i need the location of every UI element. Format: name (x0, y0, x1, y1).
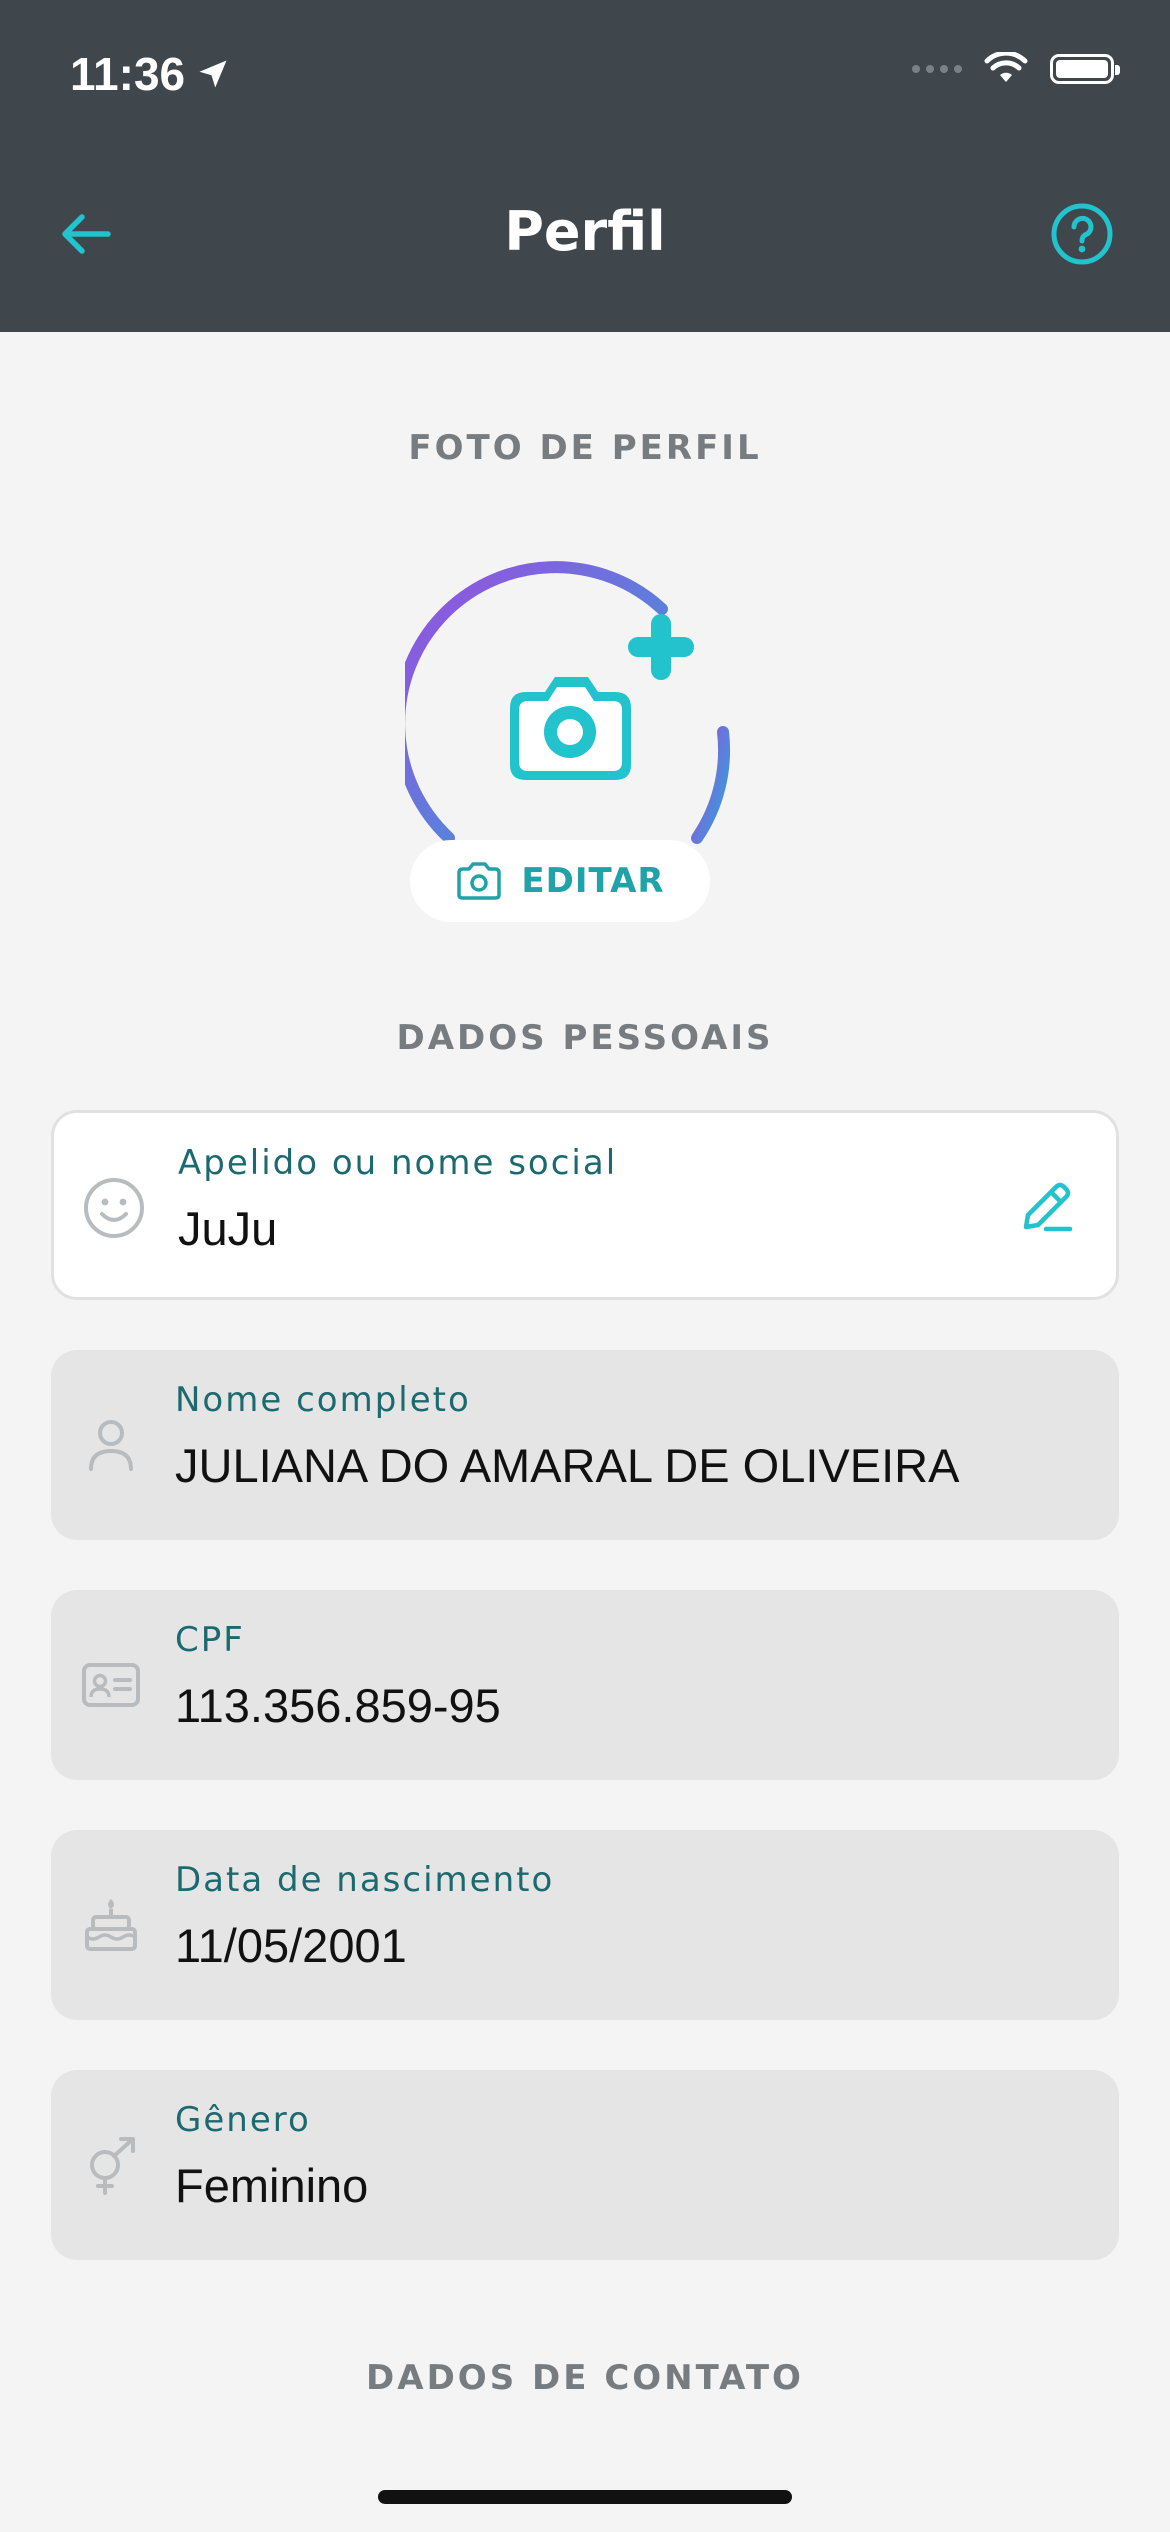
plus-icon (628, 614, 694, 680)
section-title-profile-photo: FOTO DE PERFIL (408, 428, 762, 468)
field-value: 11/05/2001 (175, 1919, 407, 1972)
field-label: Data de nascimento (175, 1860, 555, 1900)
field-value: JULIANA DO AMARAL DE OLIVEIRA (175, 1439, 960, 1492)
field-value: Feminino (175, 2159, 369, 2212)
cake-icon (85, 1899, 137, 1951)
field-label: Apelido ou nome social (178, 1143, 618, 1183)
status-indicators (912, 52, 1120, 86)
edit-photo-button[interactable]: EDITAR (410, 840, 710, 922)
camera-outline-icon (457, 862, 502, 900)
birth-date-field: Data de nascimento 11/05/2001 (51, 1830, 1119, 2020)
status-time: 11:36 (70, 44, 231, 104)
location-arrow-icon (199, 60, 227, 88)
nickname-field[interactable]: Apelido ou nome social JuJu (51, 1110, 1119, 1300)
status-time-text: 11:36 (70, 48, 186, 100)
edit-photo-label: EDITAR (521, 861, 665, 901)
header-bar: 11:36 Perfil (0, 0, 1170, 332)
smile-icon (84, 1178, 144, 1238)
gender-icon (90, 2137, 135, 2195)
pencil-icon[interactable] (1014, 1175, 1078, 1239)
cellular-signal-icon (912, 65, 962, 73)
person-icon (89, 1420, 133, 1471)
field-value: JuJu (178, 1202, 278, 1255)
field-label: Gênero (175, 2100, 311, 2140)
full-name-field: Nome completo JULIANA DO AMARAL DE OLIVE… (51, 1350, 1119, 1540)
section-title-contact-data: DADOS DE CONTATO (366, 2358, 804, 2398)
field-value: 113.356.859-95 (175, 1679, 501, 1732)
field-label: CPF (175, 1620, 245, 1660)
profile-photo-placeholder[interactable] (405, 560, 765, 860)
gender-field: Gênero Feminino (51, 2070, 1119, 2260)
cpf-field: CPF 113.356.859-95 (51, 1590, 1119, 1780)
home-indicator (378, 2490, 792, 2504)
battery-icon (1050, 54, 1120, 84)
wifi-icon (984, 52, 1028, 82)
camera-icon (510, 677, 631, 780)
section-title-personal-data: DADOS PESSOAIS (396, 1018, 774, 1058)
field-label: Nome completo (175, 1380, 471, 1420)
page-title: Perfil (504, 200, 666, 263)
id-card-icon (82, 1663, 140, 1707)
help-icon[interactable] (1050, 202, 1114, 266)
